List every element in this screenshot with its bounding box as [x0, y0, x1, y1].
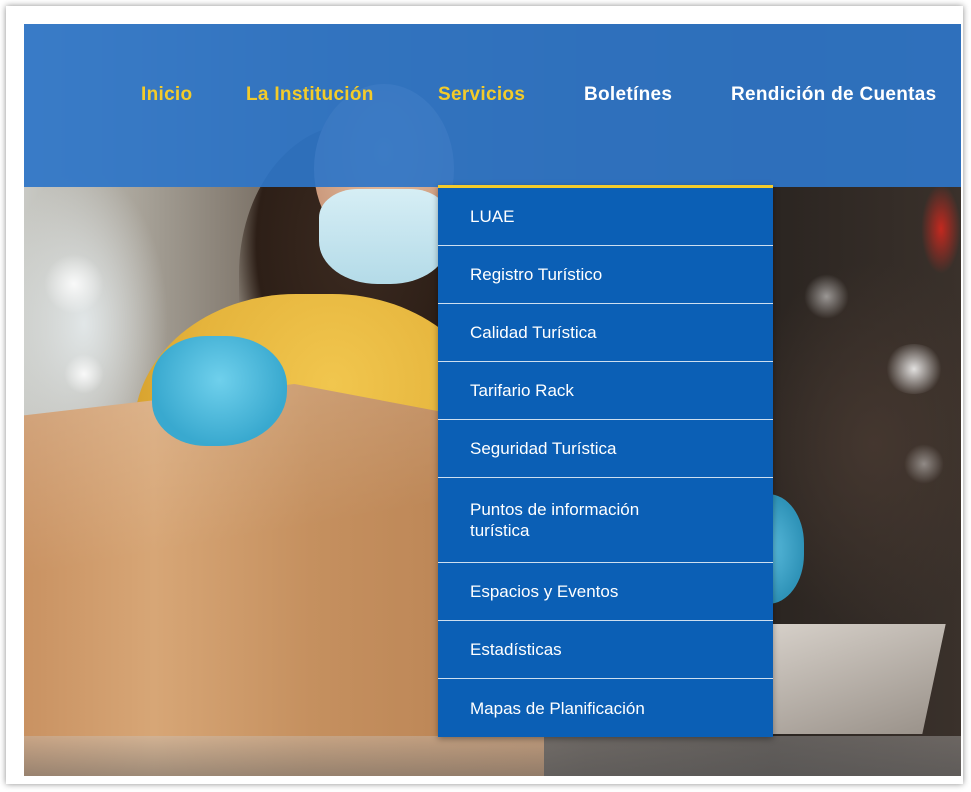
- nav-item-boletines[interactable]: Boletínes: [584, 84, 672, 106]
- menu-item-mapas-de-planificacion[interactable]: Mapas de Planificación: [438, 679, 773, 737]
- menu-item-estadisticas[interactable]: Estadísticas: [438, 621, 773, 679]
- menu-item-tarifario-rack[interactable]: Tarifario Rack: [438, 362, 773, 420]
- menu-item-registro-turistico[interactable]: Registro Turístico: [438, 246, 773, 304]
- nav-item-inicio[interactable]: Inicio: [141, 84, 192, 106]
- main-nav: Inicio La Institución Servicios Boletíne…: [24, 84, 961, 110]
- site-header: Inicio La Institución Servicios Boletíne…: [24, 24, 961, 187]
- nav-item-la-institucion[interactable]: La Institución: [246, 84, 374, 106]
- servicios-dropdown-menu: LUAE Registro Turístico Calidad Turístic…: [438, 185, 773, 737]
- menu-item-puntos-de-informacion[interactable]: Puntos de información turística: [438, 478, 773, 563]
- menu-item-seguridad-turistica[interactable]: Seguridad Turística: [438, 420, 773, 478]
- nav-item-servicios[interactable]: Servicios: [438, 84, 525, 106]
- menu-item-calidad-turistica[interactable]: Calidad Turística: [438, 304, 773, 362]
- nav-item-rendicion-de-cuentas[interactable]: Rendición de Cuentas: [731, 84, 937, 106]
- menu-item-luae[interactable]: LUAE: [438, 188, 773, 246]
- page-viewport: Inicio La Institución Servicios Boletíne…: [24, 24, 961, 776]
- menu-item-espacios-y-eventos[interactable]: Espacios y Eventos: [438, 563, 773, 621]
